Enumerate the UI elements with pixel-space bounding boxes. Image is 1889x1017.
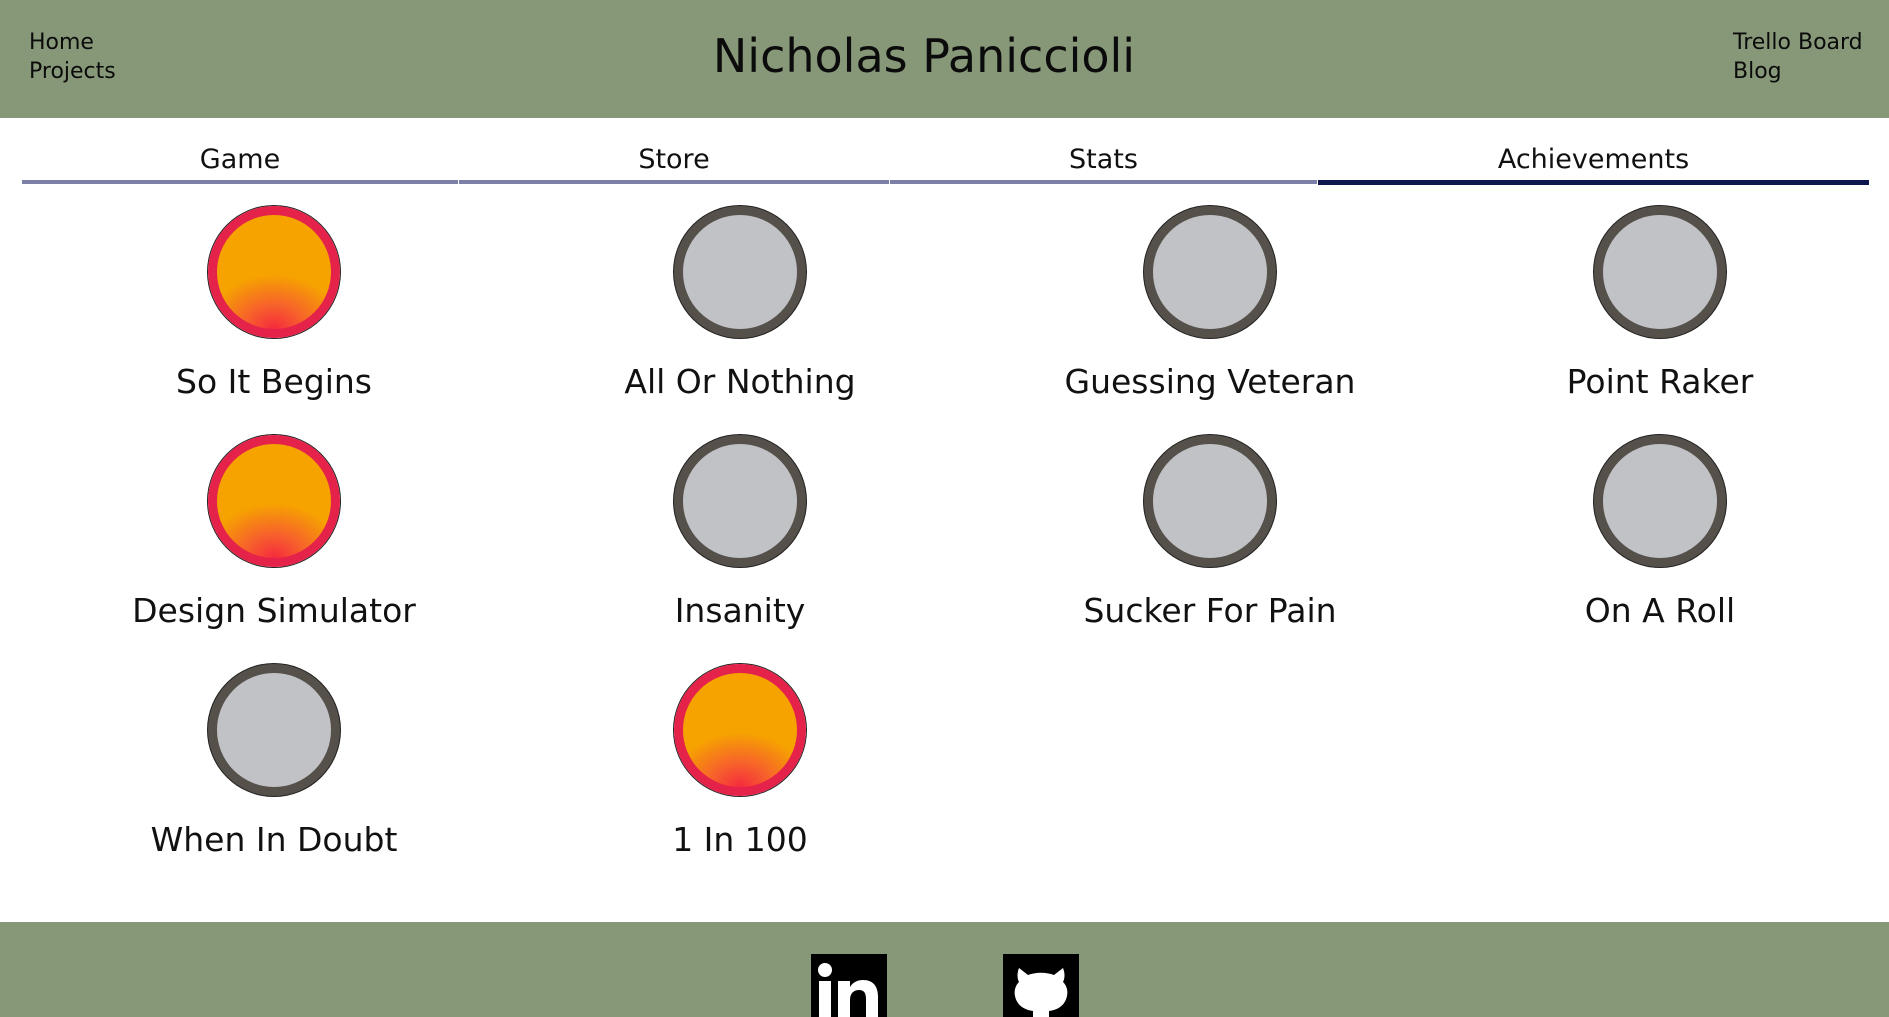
github-icon[interactable] bbox=[1003, 954, 1079, 1017]
achievement-label: On A Roll bbox=[1584, 591, 1736, 630]
achievement-badge-icon bbox=[208, 664, 340, 796]
achievement-badge-icon bbox=[1144, 206, 1276, 338]
achievement-badge-icon bbox=[674, 206, 806, 338]
achievement-item: When In Doubt bbox=[64, 664, 484, 862]
achievement-item: Guessing Veteran bbox=[1000, 206, 1420, 404]
achievement-badge-icon bbox=[1594, 206, 1726, 338]
linkedin-icon[interactable] bbox=[811, 954, 887, 1017]
achievements-grid: So It Begins All Or Nothing Guessing Vet… bbox=[0, 0, 1889, 900]
achievement-label: Point Raker bbox=[1566, 362, 1754, 401]
achievement-label: When In Doubt bbox=[150, 820, 398, 859]
achievement-item: 1 In 100 bbox=[530, 664, 950, 862]
achievement-badge-icon bbox=[1594, 435, 1726, 567]
achievement-item: All Or Nothing bbox=[530, 206, 950, 404]
achievement-item: Insanity bbox=[530, 435, 950, 633]
achievement-label: So It Begins bbox=[176, 362, 372, 401]
achievement-badge-icon bbox=[674, 664, 806, 796]
site-footer bbox=[0, 922, 1889, 1017]
achievement-label: Design Simulator bbox=[132, 591, 416, 630]
achievement-label: Insanity bbox=[674, 591, 806, 630]
achievement-label: 1 In 100 bbox=[672, 820, 808, 859]
achievement-item: Point Raker bbox=[1450, 206, 1870, 404]
achievement-badge-icon bbox=[674, 435, 806, 567]
achievement-label: Sucker For Pain bbox=[1083, 591, 1337, 630]
achievement-badge-icon bbox=[1144, 435, 1276, 567]
achievement-badge-icon bbox=[208, 206, 340, 338]
achievement-item: On A Roll bbox=[1450, 435, 1870, 633]
achievement-badge-icon bbox=[208, 435, 340, 567]
achievement-label: Guessing Veteran bbox=[1064, 362, 1356, 401]
achievement-item: So It Begins bbox=[64, 206, 484, 404]
achievement-item: Sucker For Pain bbox=[1000, 435, 1420, 633]
achievement-item: Design Simulator bbox=[64, 435, 484, 633]
achievement-label: All Or Nothing bbox=[624, 362, 856, 401]
